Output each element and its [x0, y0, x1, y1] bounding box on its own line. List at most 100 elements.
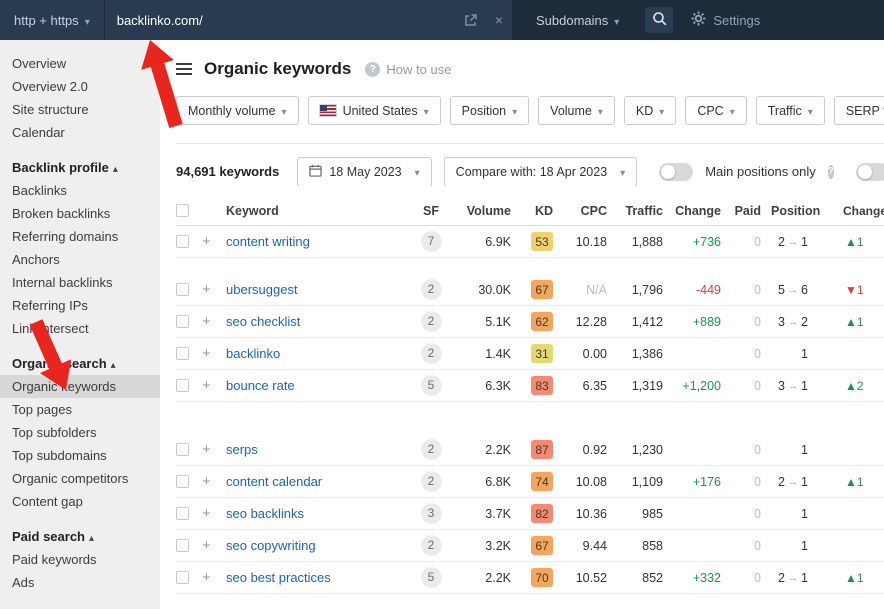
filter-volume[interactable]: Volume [538, 96, 615, 125]
filter-traffic[interactable]: Traffic [756, 96, 825, 125]
protocol-dropdown[interactable]: http + https [0, 0, 105, 40]
add-to-list-icon[interactable] [202, 441, 226, 458]
menu-icon[interactable] [176, 63, 192, 75]
filter-united-states[interactable]: United States [308, 96, 441, 125]
chevron-down-icon [506, 104, 517, 118]
col-header-traffic[interactable]: Traffic [607, 204, 663, 218]
sidebar-item-organic-keywords[interactable]: Organic keywords [0, 375, 160, 398]
col-header-sf[interactable]: SF [411, 204, 451, 218]
close-icon[interactable]: × [486, 12, 512, 28]
settings-button[interactable]: Settings [691, 11, 760, 29]
sidebar-item-backlink-profile[interactable]: Backlink profile [0, 156, 160, 179]
add-to-list-icon[interactable] [202, 473, 226, 490]
external-link-icon[interactable] [455, 14, 486, 27]
subdomains-dropdown[interactable]: Subdomains [536, 13, 619, 28]
keyword-link[interactable]: serps [226, 442, 258, 457]
keyword-link[interactable]: content calendar [226, 474, 322, 489]
serp-features-badge[interactable]: 2 [421, 535, 442, 556]
add-to-list-icon[interactable] [202, 537, 226, 554]
secondary-toggle[interactable] [856, 163, 884, 181]
how-to-use-link[interactable]: How to use [365, 62, 451, 77]
sidebar-item-organic-competitors[interactable]: Organic competitors [0, 467, 160, 490]
col-header-position[interactable]: Position [761, 204, 833, 218]
compare-date-button[interactable]: Compare with: 18 Apr 2023 [444, 157, 638, 187]
sidebar-item-content-gap[interactable]: Content gap [0, 490, 160, 513]
sidebar-item-top-pages[interactable]: Top pages [0, 398, 160, 421]
sidebar-item-link-intersect[interactable]: Link intersect [0, 317, 160, 340]
keyword-link[interactable]: content writing [226, 234, 310, 249]
serp-features-badge[interactable]: 2 [421, 311, 442, 332]
serp-features-badge[interactable]: 3 [421, 503, 442, 524]
filter-cpc[interactable]: CPC [685, 96, 746, 125]
serp-features-badge[interactable]: 2 [421, 279, 442, 300]
keyword-link[interactable]: seo best practices [226, 570, 331, 585]
keyword-link[interactable]: seo copywriting [226, 538, 316, 553]
sidebar-item-top-subfolders[interactable]: Top subfolders [0, 421, 160, 444]
add-to-list-icon[interactable] [202, 345, 226, 362]
add-to-list-icon[interactable] [202, 569, 226, 586]
serp-features-badge[interactable]: 5 [421, 567, 442, 588]
select-all-checkbox[interactable] [176, 204, 189, 217]
sidebar-item-backlinks[interactable]: Backlinks [0, 179, 160, 202]
chevron-down-icon [653, 104, 664, 118]
date-picker-button[interactable]: 18 May 2023 [297, 157, 431, 187]
serp-features-badge[interactable]: 2 [421, 439, 442, 460]
sidebar-item-overview[interactable]: Overview [0, 52, 160, 75]
keywords-count: 94,691 keywords [176, 164, 279, 179]
url-input[interactable]: backlinko.com/ [105, 13, 455, 28]
row-checkbox[interactable] [176, 507, 189, 520]
sidebar-item-paid-keywords[interactable]: Paid keywords [0, 548, 160, 571]
sidebar-item-organic-search[interactable]: Organic search [0, 352, 160, 375]
keyword-link[interactable]: seo checklist [226, 314, 300, 329]
row-checkbox[interactable] [176, 539, 189, 552]
traffic-change-cell: +736 [663, 235, 721, 249]
add-to-list-icon[interactable] [202, 377, 226, 394]
sidebar-item-anchors[interactable]: Anchors [0, 248, 160, 271]
serp-features-badge[interactable]: 5 [421, 375, 442, 396]
sidebar-item-ads[interactable]: Ads [0, 571, 160, 594]
col-header-cpc[interactable]: CPC [555, 204, 607, 218]
row-checkbox[interactable] [176, 571, 189, 584]
main-positions-toggle[interactable] [659, 163, 693, 181]
filter-monthly-volume[interactable]: Monthly volume [176, 96, 299, 125]
keyword-link[interactable]: seo backlinks [226, 506, 304, 521]
position-cell: 2 → 1 [761, 571, 833, 585]
sidebar-item-site-structure[interactable]: Site structure [0, 98, 160, 121]
sidebar-item-top-subdomains[interactable]: Top subdomains [0, 444, 160, 467]
keyword-link[interactable]: backlinko [226, 346, 280, 361]
sidebar-item-paid-search[interactable]: Paid search [0, 525, 160, 548]
col-header-keyword[interactable]: Keyword [226, 204, 411, 218]
add-to-list-icon[interactable] [202, 505, 226, 522]
serp-features-badge[interactable]: 2 [421, 471, 442, 492]
col-header-kd[interactable]: KD [511, 204, 555, 218]
keyword-link[interactable]: ubersuggest [226, 282, 298, 297]
row-checkbox[interactable] [176, 379, 189, 392]
sidebar-item-overview-2-0[interactable]: Overview 2.0 [0, 75, 160, 98]
serp-features-badge[interactable]: 7 [421, 231, 442, 252]
row-checkbox[interactable] [176, 283, 189, 296]
col-header-change[interactable]: Change [663, 204, 721, 218]
add-to-list-icon[interactable] [202, 313, 226, 330]
filter-position[interactable]: Position [450, 96, 530, 125]
filter-kd[interactable]: KD [624, 96, 676, 125]
row-checkbox[interactable] [176, 347, 189, 360]
filter-serp-features[interactable]: SERP features [834, 96, 884, 125]
row-checkbox[interactable] [176, 475, 189, 488]
add-to-list-icon[interactable] [202, 233, 226, 250]
sidebar-item-calendar[interactable]: Calendar [0, 121, 160, 144]
add-to-list-icon[interactable] [202, 281, 226, 298]
sidebar-item-referring-ips[interactable]: Referring IPs [0, 294, 160, 317]
row-checkbox[interactable] [176, 315, 189, 328]
row-checkbox[interactable] [176, 235, 189, 248]
row-checkbox[interactable] [176, 443, 189, 456]
serp-features-badge[interactable]: 2 [421, 343, 442, 364]
col-header-position-change[interactable]: Change [833, 204, 881, 218]
sidebar-item-broken-backlinks[interactable]: Broken backlinks [0, 202, 160, 225]
sidebar-item-label: Calendar [12, 125, 65, 140]
col-header-volume[interactable]: Volume [451, 204, 511, 218]
search-button[interactable] [645, 7, 673, 33]
col-header-paid[interactable]: Paid [721, 204, 761, 218]
sidebar-item-internal-backlinks[interactable]: Internal backlinks [0, 271, 160, 294]
sidebar-item-referring-domains[interactable]: Referring domains [0, 225, 160, 248]
keyword-link[interactable]: bounce rate [226, 378, 295, 393]
